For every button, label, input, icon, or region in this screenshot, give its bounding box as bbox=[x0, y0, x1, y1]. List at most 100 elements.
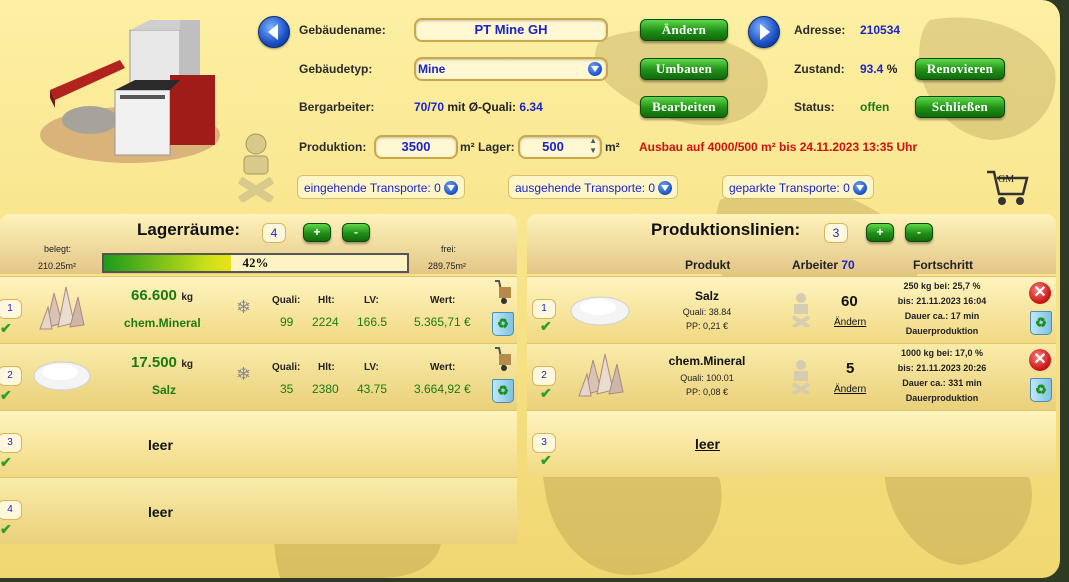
expansion-notice: Ausbau auf 4000/500 m² bis 24.11.2023 13… bbox=[639, 140, 918, 154]
production-input[interactable]: 3500 bbox=[374, 135, 458, 159]
storage-slot-number[interactable]: 1 bbox=[0, 299, 22, 319]
worker-icon bbox=[791, 293, 811, 327]
parked-transports-dropdown[interactable]: geparkte Transporte: 0 bbox=[722, 175, 874, 199]
previous-building-button[interactable] bbox=[258, 16, 290, 48]
column-workers-label: Arbeiter bbox=[792, 258, 839, 272]
renovate-button[interactable]: Renovieren bbox=[915, 58, 1005, 80]
close-icon[interactable]: ✕ bbox=[1029, 349, 1051, 371]
storage-slot-number[interactable]: 4 bbox=[0, 500, 22, 520]
mineral-icon bbox=[578, 353, 624, 397]
mine-building-icon bbox=[40, 20, 220, 163]
line-worker-count: 60 bbox=[841, 293, 858, 310]
edit-workers-button[interactable]: Bearbeiten bbox=[640, 96, 728, 118]
storage-stepper[interactable]: 500 ▲ ▼ bbox=[518, 135, 602, 159]
parked-transports-label: geparkte Transporte: 0 bbox=[729, 181, 850, 195]
free-value: 289.75m² bbox=[428, 261, 467, 271]
status-label: Status: bbox=[794, 100, 835, 114]
production-line-row: 1 ✔ Salz Quali: 38.84 PP: 0,21 € 60 Ände… bbox=[527, 276, 1056, 343]
storage-slot-number[interactable]: 2 bbox=[0, 366, 22, 386]
remove-storage-button[interactable]: - bbox=[342, 223, 370, 242]
address-label: Adresse: bbox=[794, 23, 846, 37]
storage-title: Lagerräume: bbox=[137, 220, 240, 239]
incoming-transports-dropdown[interactable]: eingehende Transporte: 0 bbox=[297, 175, 465, 199]
incoming-transports-label: eingehende Transporte: 0 bbox=[304, 181, 441, 195]
quality-value: 99 bbox=[280, 315, 294, 329]
outgoing-transports-dropdown[interactable]: ausgehende Transporte: 0 bbox=[508, 175, 678, 199]
progress-line: 250 kg bei: 25,7 % bbox=[903, 281, 981, 291]
check-icon: ✔ bbox=[540, 385, 552, 401]
workers-label: Bergarbeiter: bbox=[299, 100, 375, 114]
storage-row: 4 ✔ leer bbox=[0, 477, 517, 544]
cart-label: GM bbox=[998, 174, 1015, 185]
condition-unit: % bbox=[886, 62, 898, 76]
chevron-down-icon bbox=[852, 180, 867, 195]
storage-amount-unit: kg bbox=[181, 359, 194, 370]
convert-building-button[interactable]: Umbauen bbox=[640, 58, 728, 80]
production-value: 3500 bbox=[401, 139, 431, 154]
status-value: offen bbox=[860, 100, 890, 114]
storage-row: 3 ✔ leer bbox=[0, 410, 517, 477]
snowflake-icon: ❄ bbox=[236, 364, 252, 384]
salt-icon bbox=[33, 361, 91, 391]
chevron-down-icon bbox=[443, 180, 458, 195]
recycle-bin-icon[interactable]: ♻ bbox=[1030, 311, 1052, 335]
mineral-icon bbox=[39, 286, 85, 330]
recycle-bin-icon[interactable]: ♻ bbox=[492, 312, 514, 336]
storage-product-name: Salz bbox=[152, 383, 177, 397]
lv-value: 43.75 bbox=[357, 382, 388, 396]
salt-icon bbox=[570, 296, 630, 326]
empty-slot-label: leer bbox=[148, 504, 173, 520]
recycle-bin-icon[interactable]: ♻ bbox=[492, 379, 514, 403]
condition-readout: 93.4 % bbox=[860, 62, 897, 76]
production-title: Produktionslinien: bbox=[651, 220, 801, 239]
add-production-line-button[interactable]: + bbox=[866, 223, 894, 242]
progress-line: Dauerproduktion bbox=[905, 326, 979, 336]
production-line-row: 2 ✔ chem.Mineral Quali: 100.01 PP: 0,08 … bbox=[527, 343, 1056, 410]
next-building-button[interactable] bbox=[748, 16, 780, 48]
close-building-button[interactable]: Schließen bbox=[915, 96, 1005, 118]
hand-truck-icon[interactable] bbox=[491, 346, 515, 372]
building-type-select[interactable]: Mine bbox=[414, 57, 608, 81]
storage-fill-text: 42% bbox=[242, 255, 269, 270]
change-name-button[interactable]: Ändern bbox=[640, 19, 728, 41]
close-icon[interactable]: ✕ bbox=[1029, 282, 1051, 304]
value-header: Wert: bbox=[430, 295, 456, 306]
change-workers-link[interactable]: Ändern bbox=[834, 317, 866, 328]
progress-line: bis: 21.11.2023 20:26 bbox=[897, 363, 987, 373]
storage-count-badge: 4 bbox=[262, 223, 286, 243]
chevron-down-icon bbox=[658, 180, 673, 195]
check-icon: ✔ bbox=[540, 318, 552, 334]
production-line-number[interactable]: 2 bbox=[532, 366, 556, 386]
workers-readout: 70/70 mit Ø-Quali: 6.34 bbox=[414, 100, 543, 114]
recycle-bin-icon[interactable]: ♻ bbox=[1030, 378, 1052, 402]
market-cart-button[interactable]: GM bbox=[985, 166, 1029, 208]
change-workers-link[interactable]: Ändern bbox=[834, 384, 866, 395]
line-price: PP: 0,21 € bbox=[685, 321, 729, 331]
storage-row: 1 ✔ 66.600 kg chem.Mineral ❄ Quali: Hlt:… bbox=[0, 276, 517, 343]
storage-slot-number[interactable]: 3 bbox=[0, 433, 22, 453]
add-storage-button[interactable]: + bbox=[303, 223, 331, 242]
empty-line-link[interactable]: leer bbox=[695, 436, 720, 452]
storage-value: 500 bbox=[542, 139, 564, 154]
building-name-field[interactable]: PT Mine GH bbox=[414, 18, 608, 42]
line-price: PP: 0,08 € bbox=[685, 387, 729, 397]
worker-icon bbox=[791, 360, 811, 394]
building-name-label: Gebäudename: bbox=[299, 23, 386, 37]
storage-amount-unit: kg bbox=[181, 292, 194, 303]
chevron-down-icon bbox=[588, 62, 602, 76]
storage-amount: 17.500 kg bbox=[131, 354, 193, 372]
production-line-number[interactable]: 1 bbox=[532, 299, 556, 319]
shopping-cart-icon bbox=[987, 170, 1029, 205]
building-name-value: PT Mine GH bbox=[474, 22, 548, 37]
production-line-number[interactable]: 3 bbox=[532, 433, 556, 453]
arrow-right-icon bbox=[760, 24, 770, 40]
quality-value: 35 bbox=[280, 382, 294, 396]
used-value: 210.25m² bbox=[38, 261, 77, 271]
line-worker-count: 5 bbox=[846, 360, 855, 377]
hand-truck-icon[interactable] bbox=[491, 279, 515, 305]
quality-header: Quali: bbox=[272, 295, 301, 306]
stepper-arrows-icon[interactable]: ▲ ▼ bbox=[589, 136, 597, 156]
progress-line: bis: 21.11.2023 16:04 bbox=[897, 296, 987, 306]
line-quality: Quali: 100.01 bbox=[680, 373, 734, 383]
remove-production-line-button[interactable]: - bbox=[905, 223, 933, 242]
